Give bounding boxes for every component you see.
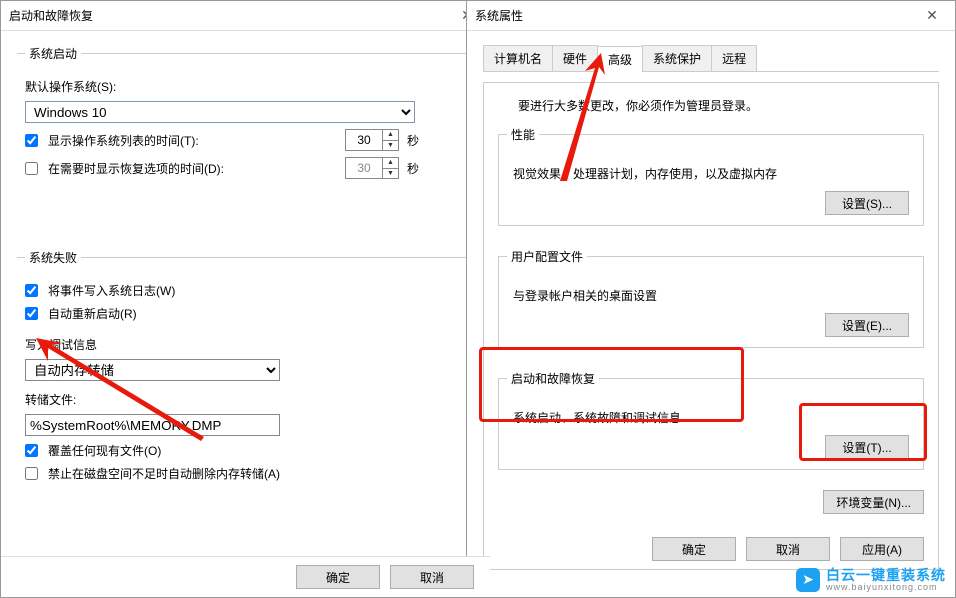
titlebar-left: 启动和故障恢复 ✕ <box>1 1 490 31</box>
user-profile-desc: 与登录帐户相关的桌面设置 <box>513 287 909 304</box>
auto-restart-label: 自动重新启动(R) <box>48 305 137 322</box>
close-icon[interactable]: ✕ <box>917 1 947 31</box>
startup-recovery-legend: 启动和故障恢复 <box>507 370 599 387</box>
tab-computer-name[interactable]: 计算机名 <box>483 45 553 71</box>
default-os-label: 默认操作系统(S): <box>25 78 116 95</box>
dump-file-input[interactable] <box>25 414 280 436</box>
recovery-seconds-stepper: ▲ ▼ <box>345 157 399 179</box>
oslist-seconds-input[interactable] <box>346 131 382 149</box>
user-profile-settings-button[interactable]: 设置(E)... <box>825 313 909 337</box>
show-recovery-label: 在需要时显示恢复选项的时间(D): <box>48 160 224 177</box>
write-event-checkbox[interactable] <box>25 284 38 297</box>
system-startup-legend: 系统启动 <box>25 45 81 62</box>
performance-section: 性能 视觉效果，处理器计划，内存使用，以及虚拟内存 设置(S)... <box>498 134 924 226</box>
write-event-label: 将事件写入系统日志(W) <box>48 282 175 299</box>
admin-note: 要进行大多数更改，你必须作为管理员登录。 <box>518 97 924 114</box>
watermark: ➤ 白云一键重装系统 www.baiyunxitong.com <box>796 568 946 592</box>
left-content: 系统启动 默认操作系统(S): Windows 10 显示操作系统列表的时间(T… <box>1 31 490 556</box>
left-button-row: 确定 取消 <box>1 556 490 597</box>
env-vars-button[interactable]: 环境变量(N)... <box>823 490 924 514</box>
system-failure-group: 系统失败 将事件写入系统日志(W) 自动重新启动(R) 写入调试信息 自动内存转… <box>17 249 474 502</box>
performance-legend: 性能 <box>507 126 539 143</box>
ok-button[interactable]: 确定 <box>652 537 736 561</box>
show-oslist-label: 显示操作系统列表的时间(T): <box>48 132 199 149</box>
cancel-button[interactable]: 取消 <box>390 565 474 589</box>
oslist-seconds-stepper[interactable]: ▲ ▼ <box>345 129 399 151</box>
overwrite-checkbox[interactable] <box>25 444 38 457</box>
watermark-main: 白云一键重装系统 <box>826 568 946 583</box>
auto-restart-checkbox[interactable] <box>25 307 38 320</box>
debug-info-label: 写入调试信息 <box>25 336 97 353</box>
system-failure-legend: 系统失败 <box>25 249 81 266</box>
tab-system-protection[interactable]: 系统保护 <box>642 45 712 71</box>
performance-settings-button[interactable]: 设置(S)... <box>825 191 909 215</box>
startup-recovery-section: 启动和故障恢复 系统启动、系统故障和调试信息 设置(T)... <box>498 378 924 470</box>
right-button-row: 确定 取消 应用(A) <box>652 537 924 561</box>
ok-button[interactable]: 确定 <box>296 565 380 589</box>
system-properties-dialog: 系统属性 ✕ 计算机名 硬件 高级 系统保护 远程 要进行大多数更改，你必须作为… <box>466 0 956 598</box>
seconds-unit: 秒 <box>407 160 419 177</box>
seconds-unit: 秒 <box>407 132 419 149</box>
show-recovery-checkbox[interactable] <box>25 162 38 175</box>
recovery-seconds-input <box>346 159 382 177</box>
dialog-title: 系统属性 <box>475 7 523 24</box>
user-profile-legend: 用户配置文件 <box>507 248 587 265</box>
startup-recovery-settings-button[interactable]: 设置(T)... <box>825 435 909 459</box>
startup-recovery-desc: 系统启动、系统故障和调试信息 <box>513 409 909 426</box>
default-os-select[interactable]: Windows 10 <box>25 101 415 123</box>
watermark-sub: www.baiyunxitong.com <box>826 583 946 592</box>
spin-up-icon[interactable]: ▲ <box>382 130 398 140</box>
spin-down-icon[interactable]: ▼ <box>382 140 398 150</box>
overwrite-label: 覆盖任何现有文件(O) <box>48 442 161 459</box>
dump-type-select[interactable]: 自动内存转储 <box>25 359 280 381</box>
startup-recovery-dialog: 启动和故障恢复 ✕ 系统启动 默认操作系统(S): Windows 10 显示操… <box>0 0 490 598</box>
spin-up-icon: ▲ <box>382 158 398 168</box>
dialog-title: 启动和故障恢复 <box>9 7 93 24</box>
cancel-button[interactable]: 取消 <box>746 537 830 561</box>
apply-button[interactable]: 应用(A) <box>840 537 924 561</box>
tab-hardware[interactable]: 硬件 <box>552 45 598 71</box>
performance-desc: 视觉效果，处理器计划，内存使用，以及虚拟内存 <box>513 165 909 182</box>
right-content: 计算机名 硬件 高级 系统保护 远程 要进行大多数更改，你必须作为管理员登录。 … <box>467 31 955 597</box>
advanced-tab-body: 要进行大多数更改，你必须作为管理员登录。 性能 视觉效果，处理器计划，内存使用，… <box>483 82 939 570</box>
tab-advanced[interactable]: 高级 <box>597 46 643 72</box>
user-profile-section: 用户配置文件 与登录帐户相关的桌面设置 设置(E)... <box>498 256 924 348</box>
titlebar-right: 系统属性 ✕ <box>467 1 955 31</box>
tab-remote[interactable]: 远程 <box>711 45 757 71</box>
spin-down-icon: ▼ <box>382 168 398 178</box>
show-oslist-checkbox[interactable] <box>25 134 38 147</box>
dump-file-label: 转储文件: <box>25 391 76 408</box>
watermark-icon: ➤ <box>796 568 820 592</box>
disable-autodelete-label: 禁止在磁盘空间不足时自动删除内存转储(A) <box>48 465 280 482</box>
system-startup-group: 系统启动 默认操作系统(S): Windows 10 显示操作系统列表的时间(T… <box>17 45 474 199</box>
disable-autodelete-checkbox[interactable] <box>25 467 38 480</box>
tab-strip: 计算机名 硬件 高级 系统保护 远程 <box>483 45 939 72</box>
